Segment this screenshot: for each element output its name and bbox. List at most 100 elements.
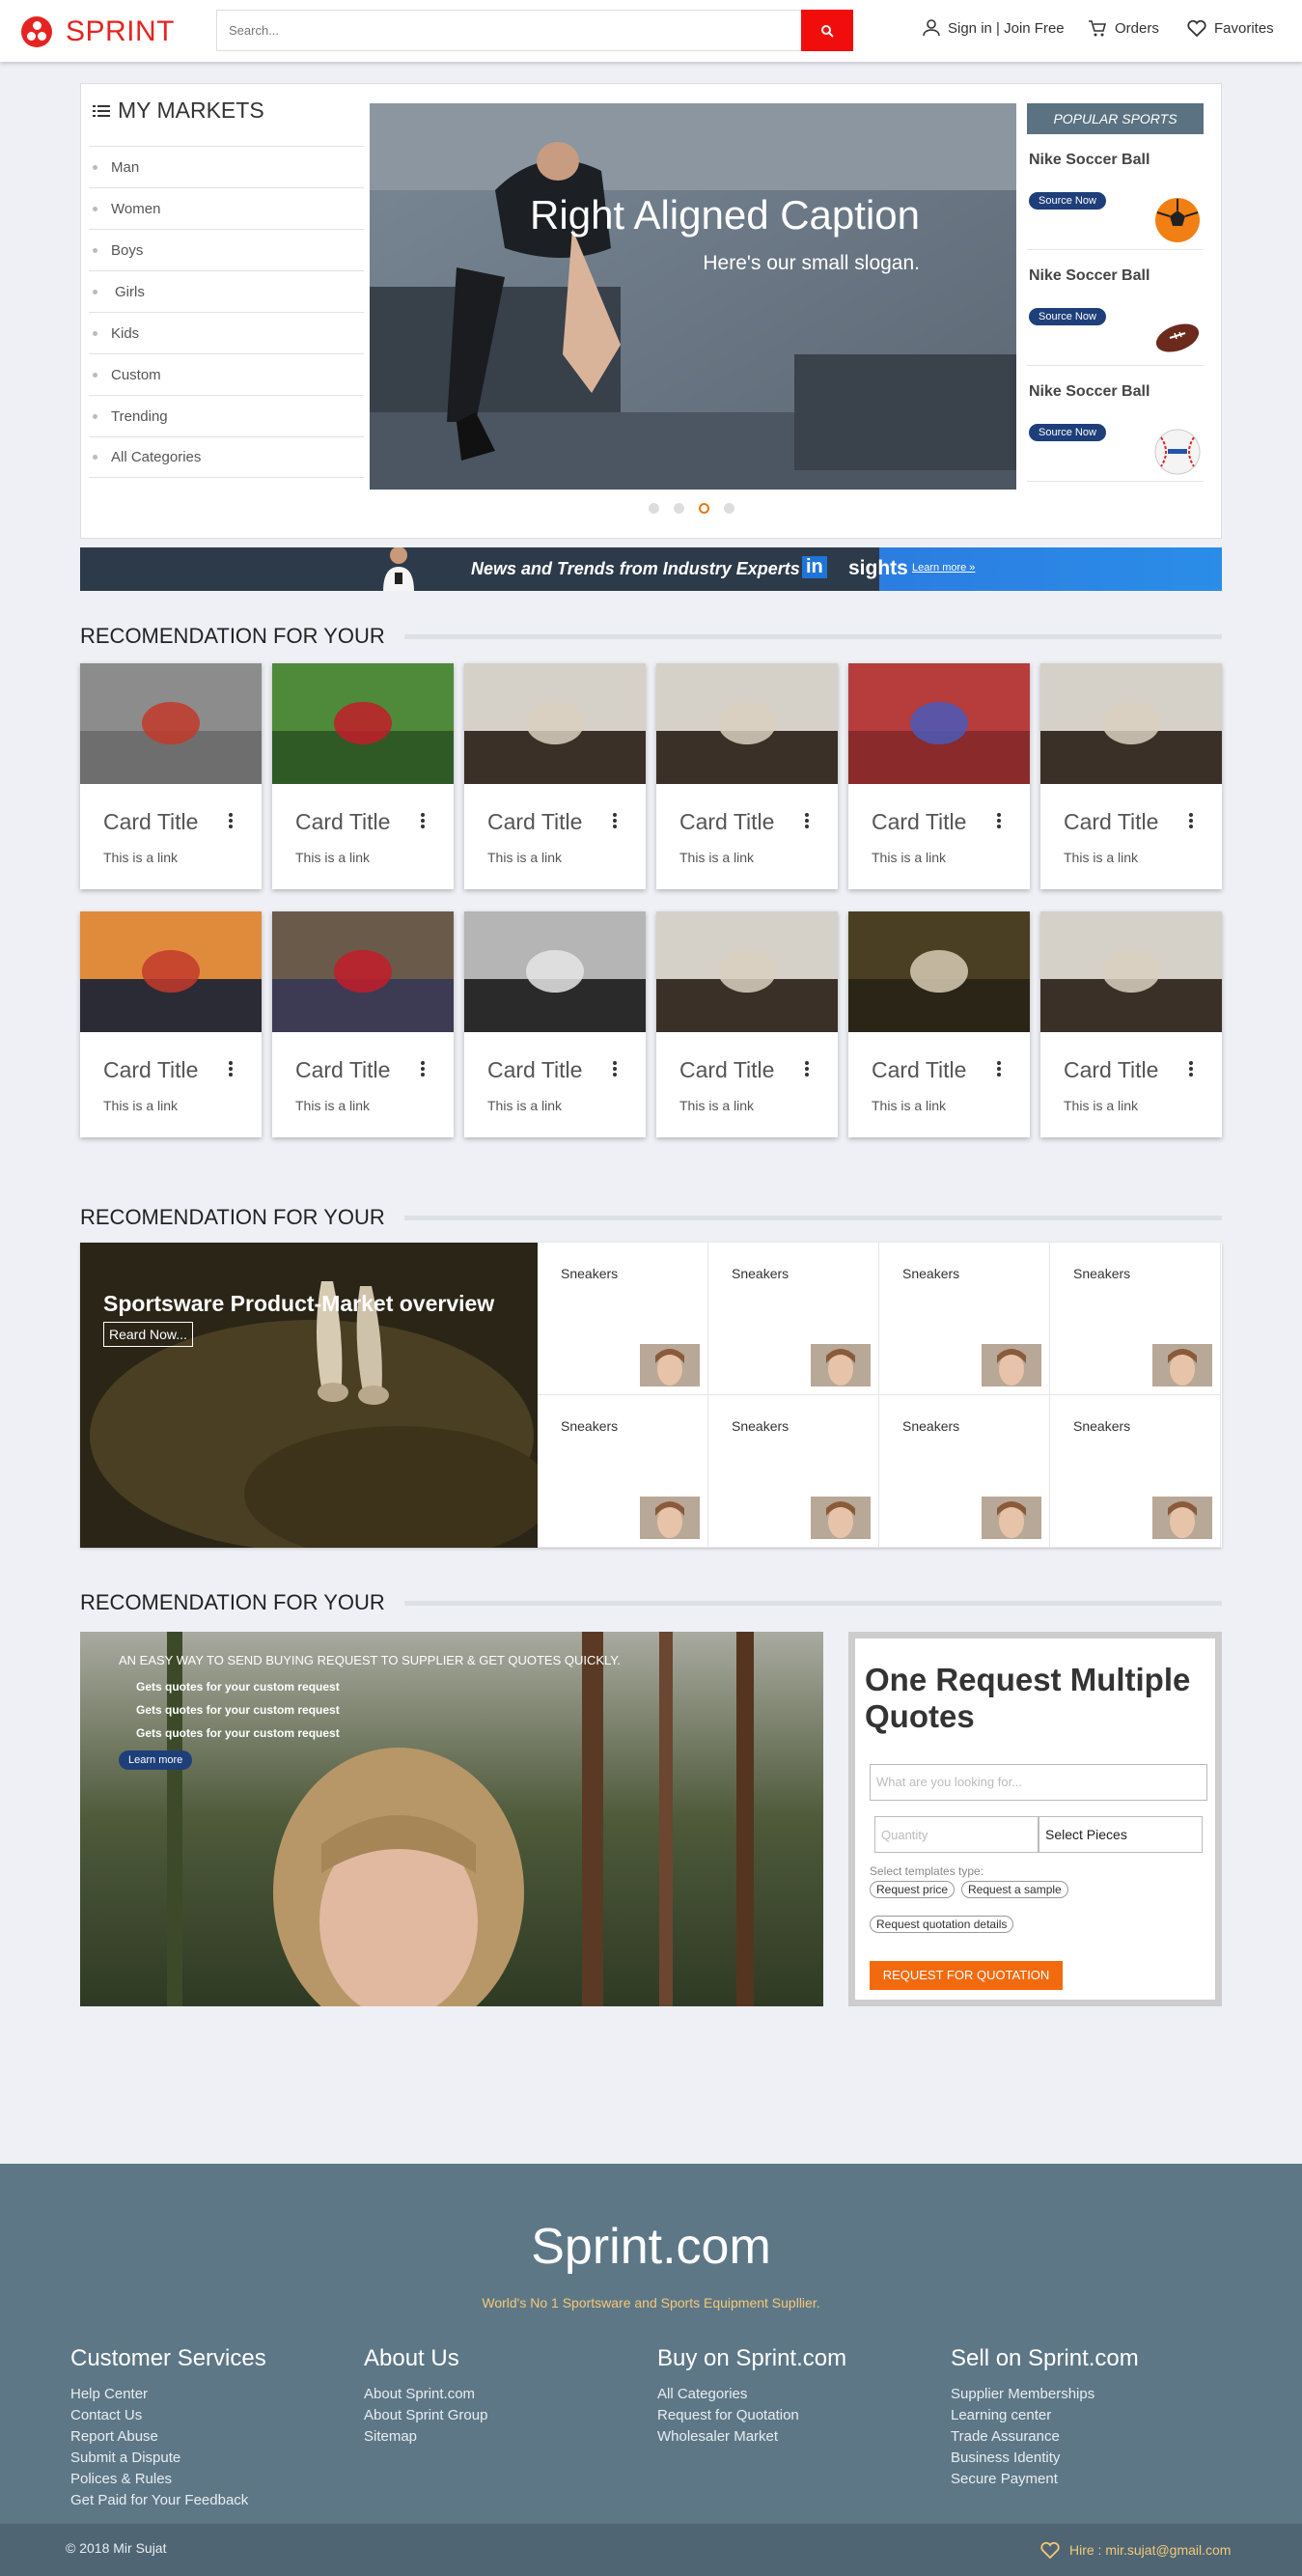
more-vert-icon[interactable]: [613, 813, 617, 828]
market-item-girls[interactable]: Girls: [89, 270, 364, 312]
favorites-link[interactable]: Favorites: [1187, 19, 1274, 37]
product-card[interactable]: Card Title This is a link: [464, 663, 646, 889]
footer-link[interactable]: Learning center: [951, 2405, 1139, 2426]
product-card[interactable]: Card Title This is a link: [656, 663, 838, 889]
card-link[interactable]: This is a link: [679, 850, 754, 865]
more-vert-icon[interactable]: [421, 1061, 425, 1077]
overview-product-cell[interactable]: Sneakers: [879, 1243, 1050, 1395]
card-link[interactable]: This is a link: [487, 850, 562, 865]
signin-link[interactable]: Sign in | Join Free: [923, 19, 1065, 37]
card-link[interactable]: This is a link: [295, 1098, 370, 1113]
footer-column: Customer Services Help Center Contact Us Re…: [70, 2345, 266, 2511]
favorites-label: Favorites: [1214, 19, 1274, 37]
product-card[interactable]: Card Title This is a link: [272, 663, 454, 889]
footer-link[interactable]: Report Abuse: [70, 2426, 266, 2448]
request-details-chip[interactable]: Request quotation details: [870, 1916, 1014, 1933]
footer-link[interactable]: Sitemap: [364, 2426, 487, 2448]
footer-link[interactable]: Contact Us: [70, 2405, 266, 2426]
footer-link[interactable]: About Sprint Group: [364, 2405, 487, 2426]
product-card[interactable]: Card Title This is a link: [464, 911, 646, 1137]
market-item-custom[interactable]: Custom: [89, 353, 364, 395]
rfq-learn-more-button[interactable]: Learn more: [119, 1750, 193, 1770]
overview-product-cell[interactable]: Sneakers: [708, 1395, 879, 1548]
brand-logo[interactable]: SPRINT: [21, 15, 175, 48]
overview-product-cell[interactable]: Sneakers: [1050, 1395, 1221, 1548]
more-vert-icon[interactable]: [1189, 1061, 1193, 1077]
more-vert-icon[interactable]: [805, 813, 809, 828]
slider-dot[interactable]: [724, 503, 734, 514]
footer-link[interactable]: Help Center: [70, 2384, 266, 2405]
product-card[interactable]: Card Title This is a link: [1040, 663, 1222, 889]
market-item-man[interactable]: Man: [89, 146, 364, 187]
product-card[interactable]: Card Title This is a link: [848, 663, 1030, 889]
card-link[interactable]: This is a link: [103, 850, 178, 865]
footer-link[interactable]: Get Paid for Your Feedback: [70, 2490, 266, 2511]
footer-link[interactable]: Supplier Memberships: [951, 2384, 1139, 2405]
more-vert-icon[interactable]: [421, 813, 425, 828]
footer-link[interactable]: All Categories: [657, 2384, 846, 2405]
market-item-boys[interactable]: Boys: [89, 229, 364, 270]
market-item-kids[interactable]: Kids: [89, 312, 364, 353]
card-link[interactable]: This is a link: [872, 850, 946, 865]
footer-link[interactable]: Submit a Dispute: [70, 2448, 266, 2469]
more-vert-icon[interactable]: [1189, 813, 1193, 828]
source-now-button[interactable]: Source Now: [1029, 424, 1106, 441]
overview-product-cell[interactable]: Sneakers: [708, 1243, 879, 1395]
card-link[interactable]: This is a link: [1064, 850, 1138, 865]
request-price-chip[interactable]: Request price: [870, 1881, 956, 1898]
card-link[interactable]: This is a link: [679, 1098, 754, 1113]
product-card[interactable]: Card Title This is a link: [80, 911, 262, 1137]
product-card[interactable]: Card Title This is a link: [80, 663, 262, 889]
more-vert-icon[interactable]: [229, 813, 233, 828]
product-card[interactable]: Card Title This is a link: [656, 911, 838, 1137]
quantity-input[interactable]: Quantity: [874, 1816, 1039, 1853]
section-heading: RECOMENDATION FOR YOUR: [80, 1205, 1222, 1230]
more-vert-icon[interactable]: [805, 1061, 809, 1077]
overview-product-cell[interactable]: Sneakers: [879, 1395, 1050, 1548]
card-link[interactable]: This is a link: [487, 1098, 562, 1113]
banner-learn-more[interactable]: Learn more »: [912, 562, 975, 574]
product-card[interactable]: Card Title This is a link: [272, 911, 454, 1137]
market-item-all-categories[interactable]: All Categories: [89, 436, 364, 478]
orders-link[interactable]: Orders: [1088, 19, 1159, 37]
hire-link[interactable]: Hire : mir.sujat@gmail.com: [1040, 2541, 1231, 2559]
rfq-search-input[interactable]: What are you looking for...: [870, 1764, 1207, 1801]
pieces-select[interactable]: Select Pieces: [1039, 1816, 1203, 1853]
footer-link[interactable]: Request for Quotation: [657, 2405, 846, 2426]
slider-dot[interactable]: [674, 503, 684, 514]
market-item-women[interactable]: Women: [89, 187, 364, 229]
search-input[interactable]: [217, 11, 801, 50]
request-quotation-button[interactable]: REQUEST FOR QUOTATION: [870, 1961, 1063, 1990]
card-link[interactable]: This is a link: [1064, 1098, 1138, 1113]
card-link[interactable]: This is a link: [295, 850, 370, 865]
request-sample-chip[interactable]: Request a sample: [961, 1881, 1068, 1898]
source-now-button[interactable]: Source Now: [1029, 308, 1106, 325]
overview-product-cell[interactable]: Sneakers: [538, 1243, 708, 1395]
product-card[interactable]: Card Title This is a link: [1040, 911, 1222, 1137]
more-vert-icon[interactable]: [997, 813, 1001, 828]
more-vert-icon[interactable]: [997, 1061, 1001, 1077]
footer-link[interactable]: Polices & Rules: [70, 2469, 266, 2490]
product-card[interactable]: Card Title This is a link: [848, 911, 1030, 1137]
insights-banner[interactable]: News and Trends from Industry Experts in…: [80, 547, 1222, 591]
more-vert-icon[interactable]: [229, 1061, 233, 1077]
market-item-trending[interactable]: Trending: [89, 395, 364, 436]
footer-link[interactable]: Wholesaler Market: [657, 2426, 846, 2448]
more-vert-icon[interactable]: [613, 1061, 617, 1077]
hero-slider[interactable]: Right Aligned Caption Here's our small s…: [370, 103, 1016, 490]
card-link[interactable]: This is a link: [872, 1098, 946, 1113]
card-link[interactable]: This is a link: [103, 1098, 178, 1113]
source-now-button[interactable]: Source Now: [1029, 192, 1106, 210]
read-now-button[interactable]: Reard Now...: [103, 1322, 193, 1347]
slider-dot-active[interactable]: [699, 503, 709, 514]
product-label: Sneakers: [902, 1266, 960, 1281]
overview-product-cell[interactable]: Sneakers: [538, 1395, 708, 1548]
search-button[interactable]: [801, 10, 853, 51]
footer-link[interactable]: Trade Assurance: [951, 2426, 1139, 2448]
overview-hero[interactable]: Sportsware Product-Market overview Reard…: [80, 1243, 538, 1548]
slider-dot[interactable]: [649, 503, 659, 514]
footer-link[interactable]: Secure Payment: [951, 2469, 1139, 2490]
footer-link[interactable]: About Sprint.com: [364, 2384, 487, 2405]
footer-link[interactable]: Business Identity: [951, 2448, 1139, 2469]
overview-product-cell[interactable]: Sneakers: [1050, 1243, 1221, 1395]
